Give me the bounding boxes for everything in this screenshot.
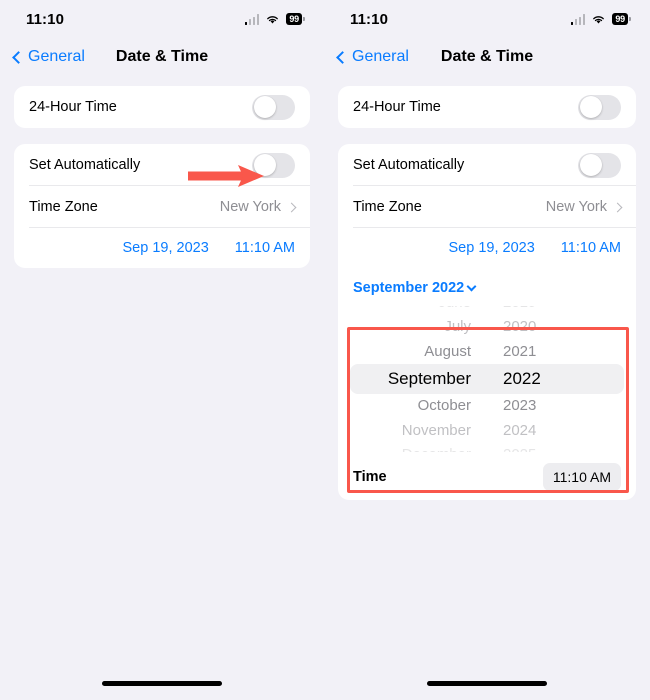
picker-item-year[interactable]: 2025 — [503, 443, 536, 452]
cellular-signal-icon — [570, 14, 586, 25]
row-separator — [29, 227, 310, 228]
navigation-bar: General Date & Time — [324, 38, 650, 76]
card-24hour: 24-Hour Time — [338, 86, 636, 128]
picker-item-month[interactable]: December — [402, 443, 471, 452]
status-bar: 11:10 99 — [324, 0, 650, 38]
navigation-bar: General Date & Time — [0, 38, 324, 76]
picker-item-year[interactable]: 2019 — [503, 306, 536, 315]
home-indicator — [427, 681, 547, 686]
row-time-zone[interactable]: Time Zone New York — [338, 186, 636, 228]
month-year-header-label: September 2022 — [353, 280, 465, 296]
row-label-24-hour-time: 24-Hour Time — [29, 99, 117, 115]
status-bar-icons: 99 — [244, 13, 302, 25]
status-bar-time: 11:10 — [350, 10, 389, 28]
picker-column-year[interactable]: 2018 2019 2020 2021 2022 2023 2024 2025 … — [487, 306, 599, 452]
row-label-time-zone: Time Zone — [29, 199, 98, 215]
row-separator — [353, 227, 636, 228]
chevron-right-icon — [612, 202, 623, 212]
home-indicator — [102, 681, 222, 686]
row-date-time-values: Sep 19, 2023 11:10 AM — [14, 228, 310, 268]
status-bar: 11:10 99 — [0, 0, 324, 38]
date-value-button[interactable]: Sep 19, 2023 — [449, 240, 535, 256]
wifi-icon — [593, 15, 605, 24]
24-hour-time-toggle[interactable] — [252, 94, 295, 120]
time-value-pill[interactable]: 11:10 AM — [542, 463, 621, 491]
month-year-header-button[interactable]: September 2022 — [338, 268, 636, 300]
picker-item-year[interactable]: 2023 — [503, 394, 536, 419]
back-button-label: General — [28, 48, 85, 65]
card-date-time-expanded: Set Automatically Time Zone New York Sep… — [338, 144, 636, 500]
row-label-set-automatically: Set Automatically — [29, 157, 141, 173]
card-set-automatically: Set Automatically Time Zone New York Sep… — [14, 144, 310, 268]
picker-item-month[interactable]: August — [424, 340, 471, 365]
row-set-automatically[interactable]: Set Automatically — [338, 144, 636, 186]
screenshot-root: 11:10 99 General Date & Time 24-Hour Tim… — [0, 0, 650, 700]
24-hour-time-toggle[interactable] — [578, 94, 621, 120]
toggle-knob — [579, 154, 602, 176]
chevron-left-icon — [336, 50, 349, 64]
row-time-zone[interactable]: Time Zone New York — [14, 186, 310, 228]
wifi-icon — [267, 15, 279, 24]
row-24-hour-time[interactable]: 24-Hour Time — [338, 86, 636, 128]
back-button-general[interactable]: General — [336, 48, 409, 66]
picker-item-month[interactable]: November — [402, 419, 471, 444]
row-time: Time 11:10 AM — [338, 454, 636, 500]
picker-column-month[interactable]: May June July August September October N… — [375, 306, 487, 452]
status-bar-time: 11:10 — [26, 10, 65, 28]
phone-screen-left: 11:10 99 General Date & Time 24-Hour Tim… — [0, 0, 324, 700]
picker-item-year[interactable]: 2020 — [503, 315, 536, 340]
row-value-time-zone: New York — [219, 199, 281, 215]
row-label-time-zone: Time Zone — [353, 199, 422, 215]
cellular-signal-icon — [244, 14, 260, 25]
chevron-right-icon — [286, 202, 297, 212]
picker-item-month[interactable]: June — [438, 306, 471, 315]
battery-icon: 99 — [612, 13, 628, 25]
card-24hour: 24-Hour Time — [14, 86, 310, 128]
date-picker-wheel[interactable]: May June July August September October N… — [338, 300, 636, 454]
row-label-set-automatically: Set Automatically — [353, 157, 465, 173]
row-label-24-hour-time: 24-Hour Time — [353, 99, 441, 115]
toggle-knob — [253, 154, 276, 176]
picker-item-year[interactable]: 2021 — [503, 340, 536, 365]
time-value-button[interactable]: 11:10 AM — [561, 240, 621, 256]
status-bar-icons: 99 — [570, 13, 628, 25]
phone-screen-right: 11:10 99 General Date & Time 24-Hour Tim… — [324, 0, 650, 700]
toggle-knob — [579, 96, 602, 118]
picker-item-year[interactable]: 2024 — [503, 419, 536, 444]
picker-item-month-selected[interactable]: September — [388, 364, 471, 394]
row-value-time-zone: New York — [545, 199, 607, 215]
time-value-button[interactable]: 11:10 AM — [235, 240, 295, 256]
toggle-knob — [253, 96, 276, 118]
date-value-button[interactable]: Sep 19, 2023 — [123, 240, 209, 256]
row-label-time: Time — [353, 469, 387, 485]
chevron-down-icon — [466, 281, 477, 292]
battery-icon: 99 — [286, 13, 302, 25]
back-button-label: General — [352, 48, 409, 65]
row-set-automatically[interactable]: Set Automatically — [14, 144, 310, 186]
picker-item-month[interactable]: July — [444, 315, 471, 340]
picker-item-year-selected[interactable]: 2022 — [503, 364, 541, 394]
back-button-general[interactable]: General — [12, 48, 85, 66]
chevron-left-icon — [12, 50, 25, 64]
picker-item-month[interactable]: October — [418, 394, 471, 419]
set-automatically-toggle[interactable] — [252, 152, 295, 178]
row-24-hour-time[interactable]: 24-Hour Time — [14, 86, 310, 128]
row-date-time-values: Sep 19, 2023 11:10 AM — [338, 228, 636, 268]
set-automatically-toggle[interactable] — [578, 152, 621, 178]
